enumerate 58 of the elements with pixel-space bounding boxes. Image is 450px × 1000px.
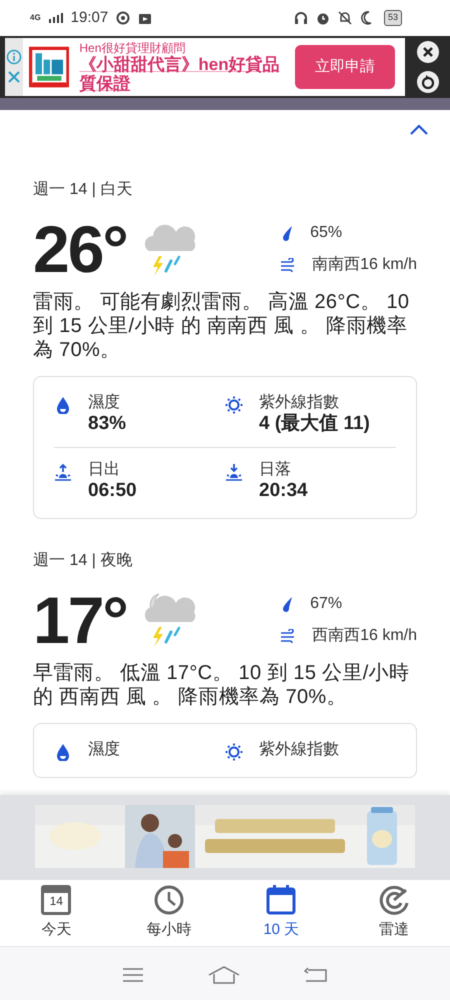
- wind-icon: [280, 258, 296, 272]
- raindrop-icon: [280, 596, 294, 612]
- wind-icon: [280, 629, 296, 643]
- clock-icon: [154, 884, 184, 915]
- temperature: 26°: [33, 216, 127, 282]
- alarm-icon: [316, 11, 330, 25]
- detail-value: 20:34: [259, 480, 308, 502]
- back-icon[interactable]: [304, 966, 328, 982]
- detail-value: 83%: [88, 413, 126, 435]
- water-drop-icon: [54, 743, 72, 761]
- menu-icon[interactable]: [122, 966, 144, 982]
- network-label: 4G: [30, 12, 41, 24]
- detail-value: 4 (最大值 11): [259, 413, 370, 435]
- detail-label: 紫外線指數: [259, 740, 339, 760]
- headphones-icon: [294, 11, 308, 25]
- radar-icon: [378, 884, 409, 915]
- detail-label: 日出: [88, 460, 121, 480]
- detail-label: 濕度: [88, 393, 121, 413]
- sunset-icon: [225, 463, 243, 481]
- sun-icon: [225, 743, 243, 761]
- apply-button[interactable]: 立即申請: [295, 45, 395, 89]
- muted-bell-icon: [338, 11, 352, 25]
- precipitation-chance: 67%: [310, 594, 342, 614]
- ad-advertiser: Hen很好貸理財顧問: [79, 41, 186, 55]
- forecast-description: 早雷雨。 低溫 17°C。 10 到 15 公里/小時的 西南西 風 。 降雨機率為 70%。: [33, 661, 410, 709]
- detail-label: 日落: [259, 460, 292, 480]
- precipitation-chance: 65%: [310, 223, 342, 243]
- detail-label: 紫外線指數: [259, 393, 340, 413]
- ad-headline[interactable]: 《小甜甜代言》hen好貸品質保證: [79, 55, 283, 93]
- nav-tab[interactable]: 10 天: [241, 884, 322, 942]
- calendar-icon: 14: [41, 884, 72, 915]
- close-icon[interactable]: [416, 41, 438, 63]
- signal-icon: [48, 13, 63, 23]
- wind-speed: 西南西16 km/h: [312, 626, 417, 646]
- clock-time: 19:07: [70, 8, 108, 28]
- moon-icon: [360, 11, 372, 25]
- play-store-icon: [138, 11, 152, 25]
- sun-icon: [225, 396, 243, 414]
- battery-level: 53: [384, 10, 402, 26]
- nav-tab[interactable]: 每小時: [128, 884, 209, 942]
- nav-tab[interactable]: 雷達: [354, 884, 434, 942]
- nav-tab[interactable]: 14 今天: [16, 884, 96, 942]
- home-icon[interactable]: [208, 966, 240, 984]
- period-heading: 週一 14 | 夜晚: [33, 550, 134, 571]
- wind-speed: 南南西16 km/h: [312, 254, 417, 275]
- refresh-icon[interactable]: [416, 71, 438, 93]
- info-icon[interactable]: [6, 49, 22, 65]
- water-drop-icon: [54, 396, 72, 414]
- detail-value: 06:50: [88, 480, 137, 502]
- calendar-icon: [266, 884, 296, 915]
- collapse-chevron-icon[interactable]: [409, 124, 429, 136]
- notification-icon: [116, 11, 130, 25]
- raindrop-icon: [280, 225, 294, 241]
- period-heading: 週一 14 | 白天: [33, 180, 134, 200]
- temperature: 17°: [33, 587, 127, 653]
- sunrise-icon: [54, 463, 72, 481]
- forecast-description: 雷雨。 可能有劇烈雷雨。 高溫 26°C。 10 到 15 公里/小時 的 南南西 風 。 降雨機率為 70%。: [33, 290, 410, 362]
- detail-label: 濕度: [88, 740, 120, 760]
